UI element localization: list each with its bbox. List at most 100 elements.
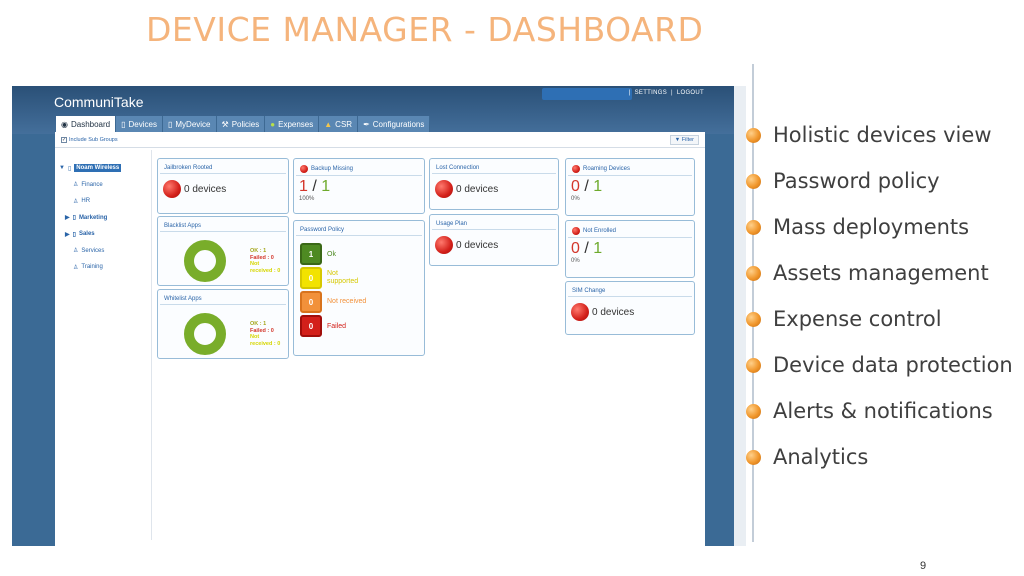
checkbox-checked-icon[interactable]: ✓ [61, 137, 67, 143]
ratio-value: 1 / 1 [299, 178, 331, 195]
settings-link[interactable]: SETTINGS [635, 90, 667, 96]
feature-item: Alerts & notifications [746, 388, 1013, 434]
phone-icon: ▯ [72, 215, 76, 222]
card-roaming-devices[interactable]: Roaming Devices 0 / 1 0% [565, 158, 695, 216]
person-icon: ▲ [324, 119, 333, 129]
percent-value: 100% [299, 196, 315, 202]
expand-down-icon[interactable]: ▼ [59, 165, 65, 171]
filter-bar: ✓ Include Sub Groups ▼ Filter [55, 132, 705, 148]
feature-item: Password policy [746, 158, 1013, 204]
donut-chart [184, 240, 226, 282]
card-title: Roaming Devices [568, 159, 692, 176]
password-row-failed[interactable]: 0 Failed [294, 314, 424, 338]
user-icon: ♙ [73, 182, 79, 189]
tree-divider [151, 150, 152, 540]
tree-item-sales[interactable]: ▶ ▯ Sales [59, 226, 151, 243]
phone-icon: ▯ [167, 119, 173, 129]
bullet-icon [746, 449, 761, 465]
ratio-value: 0 / 1 [571, 240, 603, 257]
tree-item-services[interactable]: ♙ Services [59, 243, 151, 260]
alert-red-icon [571, 303, 589, 321]
bullet-icon [746, 127, 761, 143]
tree-item-hr[interactable]: ♙ HR [59, 193, 151, 210]
money-icon: ● [270, 119, 276, 129]
group-tree: ▼ ▯ Noam Wireless ♙ Finance ♙ HR ▶ ▯ Marketing… [59, 160, 151, 276]
card-title: Password Policy [296, 221, 422, 236]
tab-devices[interactable]: ▯ Devices [116, 116, 163, 132]
alert-red-icon [435, 180, 453, 198]
wrench-icon: ✒ [363, 119, 370, 129]
card-sim-change[interactable]: SIM Change 0 devices [565, 281, 695, 335]
tree-item-marketing[interactable]: ▶ ▯ Marketing [59, 210, 151, 227]
tab-mydevice[interactable]: ▯ MyDevice [162, 116, 217, 132]
tools-icon: ⚒ [221, 119, 229, 129]
percent-value: 0% [571, 258, 580, 264]
device-count: 0 devices [456, 183, 499, 195]
device-count: 0 devices [592, 306, 635, 318]
phone-icon: ▯ [72, 231, 76, 238]
feature-list: Holistic devices view Password policy Ma… [746, 112, 1013, 480]
feature-item: Expense control [746, 296, 1013, 342]
ratio-value: 0 / 1 [571, 178, 603, 195]
card-whitelist[interactable]: Whitelist Apps OK : 1 Failed : 0 Not rec… [157, 289, 289, 359]
tree-item-finance[interactable]: ♙ Finance [59, 177, 151, 194]
bullet-icon [746, 311, 761, 327]
phone-icon: ▯ [67, 165, 72, 172]
device-count: 0 devices [456, 239, 499, 251]
bullet-icon [746, 403, 761, 419]
tree-item-training[interactable]: ♙ Training [59, 259, 151, 276]
bullet-icon [746, 265, 761, 281]
include-subgroups[interactable]: ✓ Include Sub Groups [61, 137, 118, 143]
percent-value: 0% [571, 196, 580, 202]
top-links: | SETTINGS | LOGOUT [628, 90, 704, 96]
tree-item-root[interactable]: ▼ ▯ Noam Wireless [59, 160, 151, 177]
tab-dashboard[interactable]: ◉ Dashboard [56, 116, 117, 132]
user-icon: ♙ [73, 264, 79, 271]
alert-red-icon [300, 165, 308, 173]
bullet-icon [746, 357, 761, 373]
feature-item: Mass deployments [746, 204, 1013, 250]
alert-red-icon [163, 180, 181, 198]
slide-title: DEVICE MANAGER - DASHBOARD [146, 10, 704, 49]
logout-link[interactable]: LOGOUT [677, 90, 704, 96]
card-title: Backup Missing [296, 159, 422, 176]
card-usage-plan[interactable]: Usage Plan 0 devices [429, 214, 559, 266]
tab-expenses[interactable]: ● Expenses [265, 116, 320, 132]
tab-configurations[interactable]: ✒ Configurations [358, 116, 431, 132]
password-row-ok[interactable]: 1 Ok [294, 242, 424, 266]
card-title: Usage Plan [432, 215, 556, 230]
card-jailbroken[interactable]: Jailbroken Rooted 0 devices [157, 158, 289, 214]
donut-chart [184, 313, 226, 355]
bullet-icon [746, 219, 761, 235]
card-blacklist[interactable]: Blacklist Apps OK : 1 Failed : 0 Not rec… [157, 216, 289, 286]
alert-red-icon [572, 165, 580, 173]
card-title: Lost Connection [432, 159, 556, 174]
expand-right-icon[interactable]: ▶ [65, 231, 70, 238]
app-logo: CommuniTake [54, 94, 144, 110]
password-row-not-supported[interactable]: 0 Not supported [294, 266, 424, 290]
user-icon: ♙ [73, 198, 79, 205]
dashboard-content: ✓ Include Sub Groups ▼ Filter ▼ ▯ Noam Wire… [55, 132, 705, 546]
expand-right-icon[interactable]: ▶ [65, 214, 70, 221]
phone-icon: ▯ [121, 119, 126, 129]
password-row-not-received[interactable]: 0 Not received [294, 290, 424, 314]
feature-item: Analytics [746, 434, 1013, 480]
card-backup-missing[interactable]: Backup Missing 1 / 1 100% [293, 158, 425, 214]
scrollbar[interactable] [734, 86, 746, 546]
card-title: Blacklist Apps [160, 217, 286, 232]
card-not-enrolled[interactable]: Not Enrolled 0 / 1 0% [565, 220, 695, 278]
tab-policies[interactable]: ⚒ Policies [216, 116, 266, 132]
filter-button[interactable]: ▼ Filter [669, 135, 699, 145]
user-icon: ♙ [73, 248, 79, 255]
main-tabs: ◉ Dashboard ▯ Devices ▯ MyDevice ⚒ Policies … [56, 116, 431, 132]
card-password-policy[interactable]: Password Policy 1 Ok 0 Not supported 0 Not … [293, 220, 425, 356]
device-count: 0 devices [184, 183, 227, 195]
card-title: Whitelist Apps [160, 290, 286, 305]
feature-item: Holistic devices view [746, 112, 1013, 158]
donut-legend: OK : 1 Failed : 0 Not received : 0 [250, 321, 281, 347]
card-lost-connection[interactable]: Lost Connection 0 devices [429, 158, 559, 210]
feature-item: Assets management [746, 250, 1013, 296]
bullet-icon [746, 173, 761, 189]
card-title: Not Enrolled [568, 221, 692, 238]
tab-csr[interactable]: ▲ CSR [319, 116, 359, 132]
